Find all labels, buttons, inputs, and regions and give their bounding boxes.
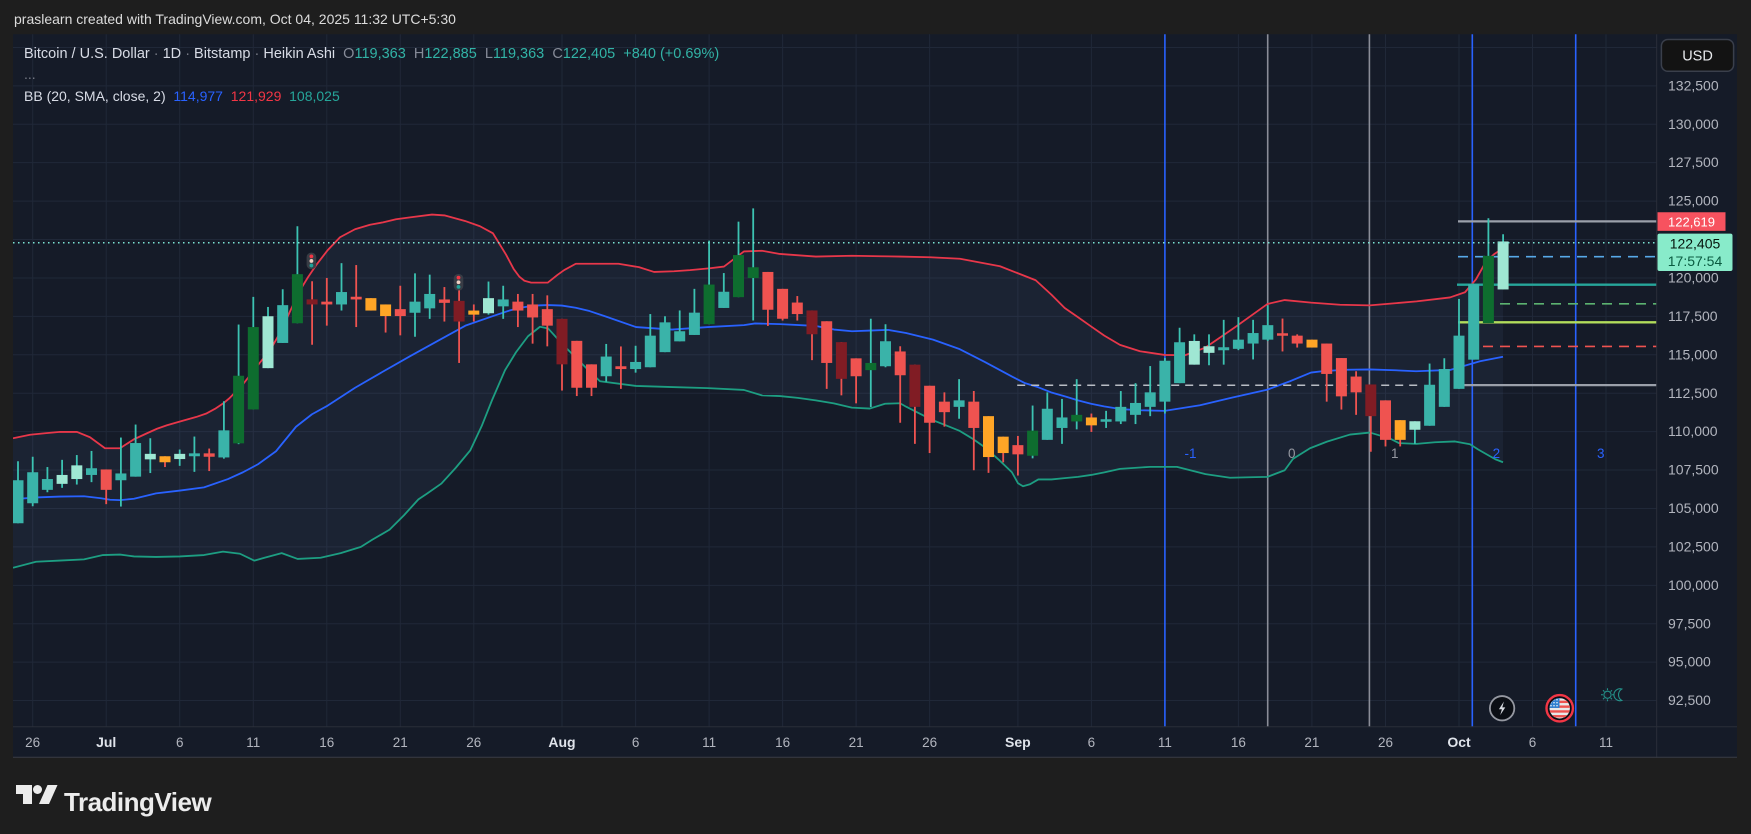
svg-text:Oct: Oct: [1447, 734, 1471, 750]
svg-text:105,000: 105,000: [1668, 500, 1719, 516]
svg-text:Sep: Sep: [1005, 734, 1031, 750]
svg-text:-1: -1: [1184, 446, 1196, 461]
svg-text:6: 6: [176, 735, 184, 750]
svg-text:110,000: 110,000: [1668, 423, 1718, 439]
svg-text:2: 2: [1493, 446, 1501, 461]
svg-text:21: 21: [393, 735, 408, 750]
svg-text:16: 16: [319, 735, 334, 750]
svg-text:122,405: 122,405: [1670, 235, 1721, 251]
svg-text:95,000: 95,000: [1668, 654, 1711, 670]
svg-text:11: 11: [1599, 735, 1613, 750]
svg-text:26: 26: [922, 735, 937, 750]
svg-text:21: 21: [1304, 735, 1319, 750]
svg-text:21: 21: [849, 735, 864, 750]
svg-text:107,500: 107,500: [1668, 462, 1719, 478]
svg-text:Aug: Aug: [548, 734, 575, 750]
svg-text:TradingView: TradingView: [64, 786, 212, 816]
svg-text:26: 26: [466, 735, 481, 750]
svg-text:16: 16: [775, 735, 790, 750]
svg-text:6: 6: [632, 735, 640, 750]
svg-text:6: 6: [1529, 735, 1537, 750]
svg-text:26: 26: [25, 735, 40, 750]
svg-text:3: 3: [1597, 446, 1605, 461]
svg-text:117,500: 117,500: [1668, 308, 1718, 324]
svg-text:0: 0: [1288, 446, 1296, 461]
svg-text:130,000: 130,000: [1668, 116, 1719, 132]
svg-text:16: 16: [1231, 735, 1246, 750]
svg-text:11: 11: [702, 735, 716, 750]
svg-text:115,000: 115,000: [1668, 346, 1718, 362]
svg-text:132,500: 132,500: [1668, 77, 1719, 93]
svg-text:112,500: 112,500: [1668, 385, 1718, 401]
svg-text:127,500: 127,500: [1668, 154, 1719, 170]
svg-text:97,500: 97,500: [1668, 615, 1711, 631]
svg-text:Jul: Jul: [96, 734, 116, 750]
svg-text:102,500: 102,500: [1668, 538, 1719, 554]
svg-text:92,500: 92,500: [1668, 692, 1711, 708]
svg-text:11: 11: [246, 735, 260, 750]
svg-text:USD: USD: [1682, 48, 1713, 64]
svg-text:125,000: 125,000: [1668, 193, 1719, 209]
svg-text:122,619: 122,619: [1668, 214, 1715, 229]
svg-text:120,000: 120,000: [1668, 269, 1719, 285]
svg-text:26: 26: [1378, 735, 1393, 750]
svg-text:1: 1: [1391, 446, 1399, 461]
svg-text:11: 11: [1158, 735, 1172, 750]
svg-text:6: 6: [1088, 735, 1096, 750]
svg-text:17:57:54: 17:57:54: [1668, 253, 1723, 269]
svg-text:100,000: 100,000: [1668, 577, 1719, 593]
